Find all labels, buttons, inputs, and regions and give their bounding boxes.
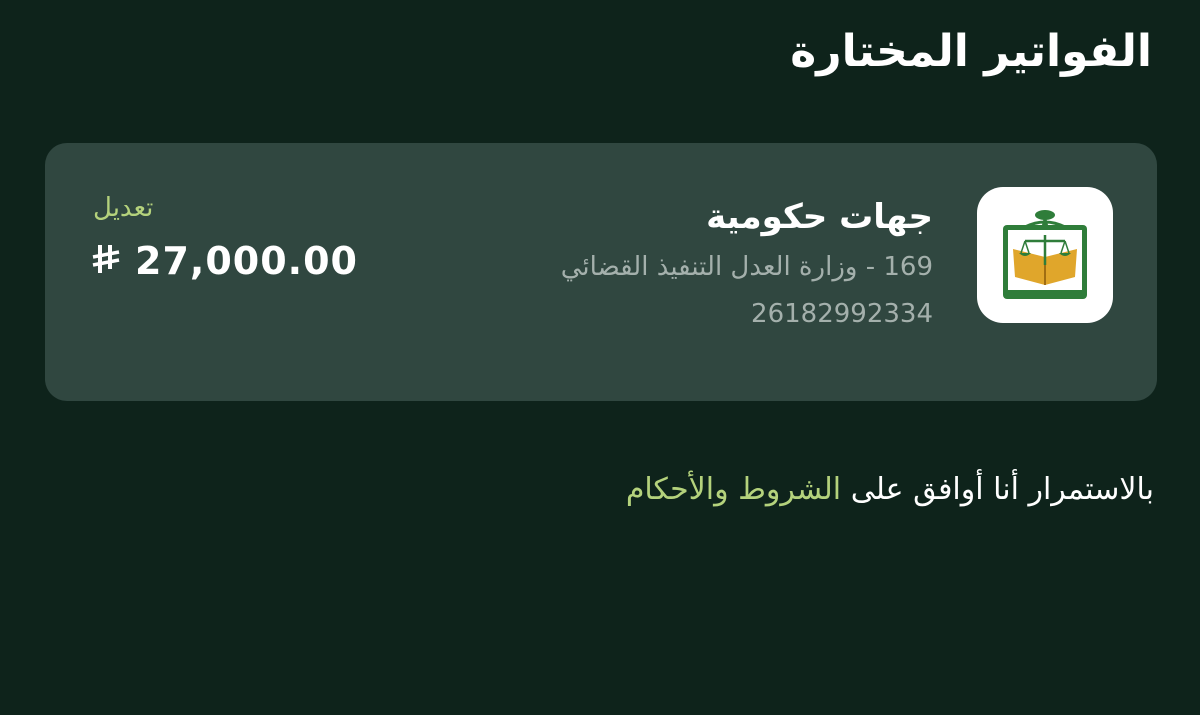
- terms-prefix: بالاستمرار أنا أوافق على: [841, 472, 1154, 507]
- biller-name: جهات حكومية: [706, 197, 933, 237]
- page-title: الفواتير المختارة: [790, 26, 1152, 77]
- amount-value: 27,000.00: [135, 239, 358, 283]
- selected-bill-card[interactable]: جهات حكومية 169 - وزارة العدل التنفيذ ال…: [45, 143, 1157, 401]
- ministry-of-justice-logo-icon: [977, 187, 1113, 323]
- biller-service: 169 - وزارة العدل التنفيذ القضائي: [560, 252, 933, 282]
- saudi-riyal-icon: [91, 243, 121, 279]
- terms-agreement: بالاستمرار أنا أوافق على الشروط والأحكام: [626, 472, 1154, 507]
- bill-amount: 27,000.00: [91, 239, 358, 283]
- bill-number: 26182992334: [751, 299, 933, 329]
- terms-and-conditions-link[interactable]: الشروط والأحكام: [626, 472, 841, 507]
- bill-info: جهات حكومية 169 - وزارة العدل التنفيذ ال…: [413, 195, 933, 331]
- edit-button[interactable]: تعديل: [93, 193, 153, 223]
